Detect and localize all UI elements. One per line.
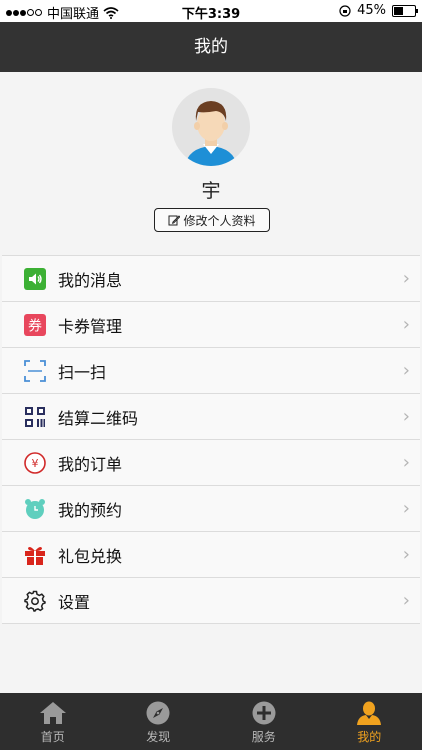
chevron-right-icon: ›: [402, 452, 410, 473]
chevron-right-icon: ›: [402, 268, 410, 289]
svg-text:券: 券: [28, 318, 42, 334]
qrcode-icon: [24, 406, 46, 428]
menu-item-label: 结算二维码: [58, 408, 139, 428]
battery-fill: [394, 6, 403, 15]
edit-icon: [168, 215, 181, 226]
menu-item-messages[interactable]: 我的消息 ›: [2, 256, 420, 302]
status-right: 45%: [339, 3, 418, 18]
tab-discover[interactable]: 发现: [106, 693, 212, 750]
tab-label: 发现: [146, 730, 171, 744]
menu-item-label: 我的预约: [58, 500, 123, 520]
menu-item-orders[interactable]: ¥ 我的订单 ›: [2, 440, 420, 486]
chevron-right-icon: ›: [402, 544, 410, 565]
menu-item-label: 礼包兑换: [58, 546, 123, 566]
plus-circle-icon: [252, 701, 276, 725]
username: 宇: [201, 180, 221, 202]
menu-list: 我的消息 › 券 卡券管理 › 扫一扫 › 结算二维码 › ¥ 我的订单 › 我…: [2, 255, 420, 624]
avatar-person-icon: [185, 101, 237, 166]
menu-item-label: 扫一扫: [58, 362, 107, 382]
yen-icon: ¥: [24, 451, 46, 474]
chevron-right-icon: ›: [402, 498, 410, 519]
compass-icon: [146, 701, 170, 725]
page-title: 我的: [194, 37, 228, 57]
menu-item-scan[interactable]: 扫一扫 ›: [2, 348, 420, 394]
menu-item-coupons[interactable]: 券 卡券管理 ›: [2, 302, 420, 348]
menu-item-label: 我的消息: [58, 270, 123, 290]
menu-item-label: 卡券管理: [58, 316, 123, 336]
menu-item-settings[interactable]: 设置 ›: [2, 578, 420, 624]
battery-percent: 45%: [357, 3, 386, 18]
gift-icon: [24, 544, 46, 566]
tab-mine[interactable]: 我的: [317, 693, 422, 750]
menu-item-qrcode[interactable]: 结算二维码 ›: [2, 394, 420, 440]
chevron-right-icon: ›: [402, 590, 410, 611]
avatar[interactable]: [172, 88, 250, 166]
edit-profile-button[interactable]: 修改个人资料: [154, 208, 270, 232]
profile-header: 宇 修改个人资料: [0, 88, 422, 248]
rotation-lock-icon: [339, 4, 351, 17]
chevron-right-icon: ›: [402, 314, 410, 335]
coupon-icon: 券: [24, 313, 46, 336]
alarm-clock-icon: [24, 498, 46, 520]
tab-label: 服务: [251, 730, 276, 744]
svg-text:¥: ¥: [32, 457, 39, 470]
chevron-right-icon: ›: [402, 406, 410, 427]
menu-item-appointments[interactable]: 我的预约 ›: [2, 486, 420, 532]
gear-icon: [24, 590, 46, 612]
menu-item-gift[interactable]: 礼包兑换 ›: [2, 532, 420, 578]
battery-icon: [392, 4, 418, 17]
scan-icon: [24, 359, 46, 382]
tab-label: 我的: [357, 730, 382, 744]
nav-bar: 我的: [0, 22, 422, 72]
menu-item-label: 设置: [58, 592, 91, 612]
chevron-right-icon: ›: [402, 360, 410, 381]
home-icon: [39, 702, 66, 724]
edit-profile-label: 修改个人资料: [183, 213, 256, 228]
menu-item-label: 我的订单: [58, 454, 123, 474]
speaker-icon: [24, 267, 46, 290]
tab-bar: 首页 发现 服务 我的: [0, 693, 422, 750]
tab-services[interactable]: 服务: [211, 693, 317, 750]
tab-home[interactable]: 首页: [0, 693, 106, 750]
person-icon: [357, 701, 382, 725]
tab-label: 首页: [40, 730, 65, 744]
status-bar: 中国联通 下午3:39 45%: [0, 0, 422, 22]
